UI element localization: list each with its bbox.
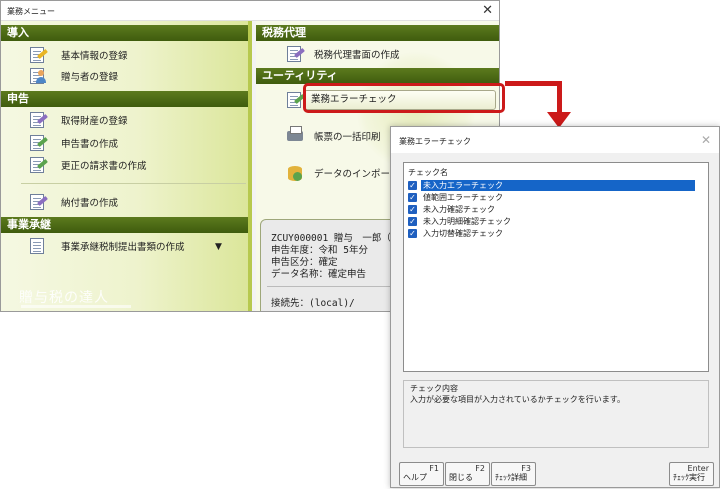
menu-item-label: 取得財産の登録 — [61, 116, 128, 127]
menu-item-correction-request[interactable]: 更正の請求書の作成 — [27, 155, 147, 175]
menu-titlebar: 業務メニュー ✕ — [1, 1, 499, 21]
list-item[interactable]: ✓ 未入力明細確認チェック — [408, 216, 513, 227]
dialog-close-button[interactable]: ✕ — [701, 133, 711, 147]
check-label: 未入力確認チェック — [423, 205, 495, 214]
description-text: 入力が必要な項目が入力されているかチェックを行います。 — [410, 395, 625, 404]
menu-item-label: 帳票の一括印刷 — [314, 132, 381, 143]
fkey-label: ﾁｪｯｸ詳細 — [495, 473, 527, 482]
left-menu-pane: 導入 基本情報の登録 贈与者の登録 申告 取得財産の登録 申告書の作成 更正の請… — [1, 21, 252, 311]
list-column-header: チェック名 — [408, 168, 448, 177]
dialog-title: 業務エラーチェック — [399, 137, 471, 146]
person-card-icon — [27, 67, 49, 85]
list-item[interactable]: ✓ 未入力確認チェック — [408, 204, 497, 215]
menu-item-label: 税務代理書面の作成 — [314, 50, 400, 61]
document-pen-icon — [27, 46, 49, 64]
highlight-frame — [303, 83, 505, 113]
run-check-button[interactable]: Enter ﾁｪｯｸ実行 — [669, 462, 714, 486]
info-connection: 接続先：(local)/ — [271, 298, 355, 309]
fkey-label: ﾁｪｯｸ実行 — [673, 473, 705, 482]
menu-close-button[interactable]: ✕ — [482, 2, 493, 20]
menu-item-label: 事業承継税制提出書類の作成 — [61, 242, 185, 253]
document-icon — [27, 237, 49, 255]
document-pen-icon — [27, 156, 49, 174]
dialog-titlebar: 業務エラーチェック ✕ — [391, 127, 719, 153]
section-header-tax-agent: 税務代理 — [256, 25, 499, 41]
section-header-utility: ユーティリティ — [256, 68, 499, 84]
check-label: 値範囲エラーチェック — [423, 193, 503, 202]
menu-item-basic-info[interactable]: 基本情報の登録 — [27, 45, 128, 65]
printer-icon — [284, 126, 306, 145]
menu-item-label: 納付書の作成 — [61, 198, 119, 209]
menu-item-return-form[interactable]: 申告書の作成 — [27, 133, 118, 153]
callout-arrow-horizontal — [505, 81, 562, 86]
menu-item-label: 贈与者の登録 — [61, 72, 119, 83]
menu-item-label: 基本情報の登録 — [61, 51, 128, 62]
menu-item-succession-documents[interactable]: 事業承継税制提出書類の作成 — [27, 236, 185, 256]
fkey-label: 閉じる — [449, 473, 473, 482]
help-button[interactable]: F1 ヘルプ — [399, 462, 444, 486]
menu-item-label: 更正の請求書の作成 — [61, 161, 147, 172]
checkbox[interactable]: ✓ — [408, 193, 417, 202]
section-header-succession: 事業承継 — [1, 217, 248, 233]
list-item[interactable]: ✓ 値範囲エラーチェック — [408, 192, 505, 203]
check-description-box: チェック内容 入力が必要な項目が入力されているかチェックを行います。 — [403, 380, 709, 448]
menu-item-data-import[interactable]: データのインポー — [284, 163, 390, 183]
check-label: 未入力エラーチェック — [421, 180, 695, 191]
brand-logo-underline — [21, 305, 131, 308]
checkbox[interactable]: ✓ — [408, 229, 417, 238]
check-label: 未入力明細確認チェック — [423, 217, 511, 226]
check-label: 入力切替確認チェック — [423, 229, 503, 238]
menu-item-tax-agent-document[interactable]: 税務代理書面の作成 — [284, 44, 400, 64]
check-detail-button[interactable]: F3 ﾁｪｯｸ詳細 — [491, 462, 536, 486]
menu-item-label: 申告書の作成 — [61, 139, 119, 150]
fkey-label: ヘルプ — [403, 473, 427, 482]
callout-arrow-vertical — [557, 81, 562, 113]
checkbox[interactable]: ✓ — [408, 217, 417, 226]
menu-item-payment-slip[interactable]: 納付書の作成 — [27, 192, 118, 212]
document-pen-icon — [284, 45, 306, 63]
chevron-down-icon[interactable]: ▼ — [215, 242, 222, 252]
fkey-code: F2 — [475, 464, 485, 473]
error-check-dialog: 業務エラーチェック ✕ チェック名 ✓ 未入力エラーチェック ✓ 値範囲エラーチ… — [390, 126, 720, 488]
section-header-intro: 導入 — [1, 25, 248, 41]
menu-item-acquired-assets[interactable]: 取得財産の登録 — [27, 110, 128, 130]
brand-logo: 贈与税の達人 — [19, 290, 109, 306]
document-pen-icon — [27, 193, 49, 211]
menu-window-title: 業務メニュー — [7, 7, 55, 16]
database-icon — [284, 164, 306, 182]
check-list[interactable]: チェック名 ✓ 未入力エラーチェック ✓ 値範囲エラーチェック ✓ 未入力確認チ… — [403, 162, 709, 372]
section-header-filing: 申告 — [1, 91, 248, 107]
menu-item-bulk-print[interactable]: 帳票の一括印刷 — [284, 126, 381, 146]
checkbox[interactable]: ✓ — [408, 205, 417, 214]
info-data-name: データ名称：確定申告 — [271, 269, 367, 280]
description-title: チェック内容 — [410, 384, 458, 393]
fkey-code: F1 — [429, 464, 439, 473]
list-item[interactable]: ✓ 未入力エラーチェック — [408, 180, 695, 191]
list-item[interactable]: ✓ 入力切替確認チェック — [408, 228, 505, 239]
menu-item-donor-registration[interactable]: 贈与者の登録 — [27, 66, 118, 86]
menu-separator — [21, 183, 246, 184]
document-pen-icon — [27, 111, 49, 129]
document-pen-icon — [27, 134, 49, 152]
menu-item-label: データのインポー — [314, 169, 391, 180]
checkbox[interactable]: ✓ — [408, 181, 417, 190]
close-button[interactable]: F2 閉じる — [445, 462, 490, 486]
